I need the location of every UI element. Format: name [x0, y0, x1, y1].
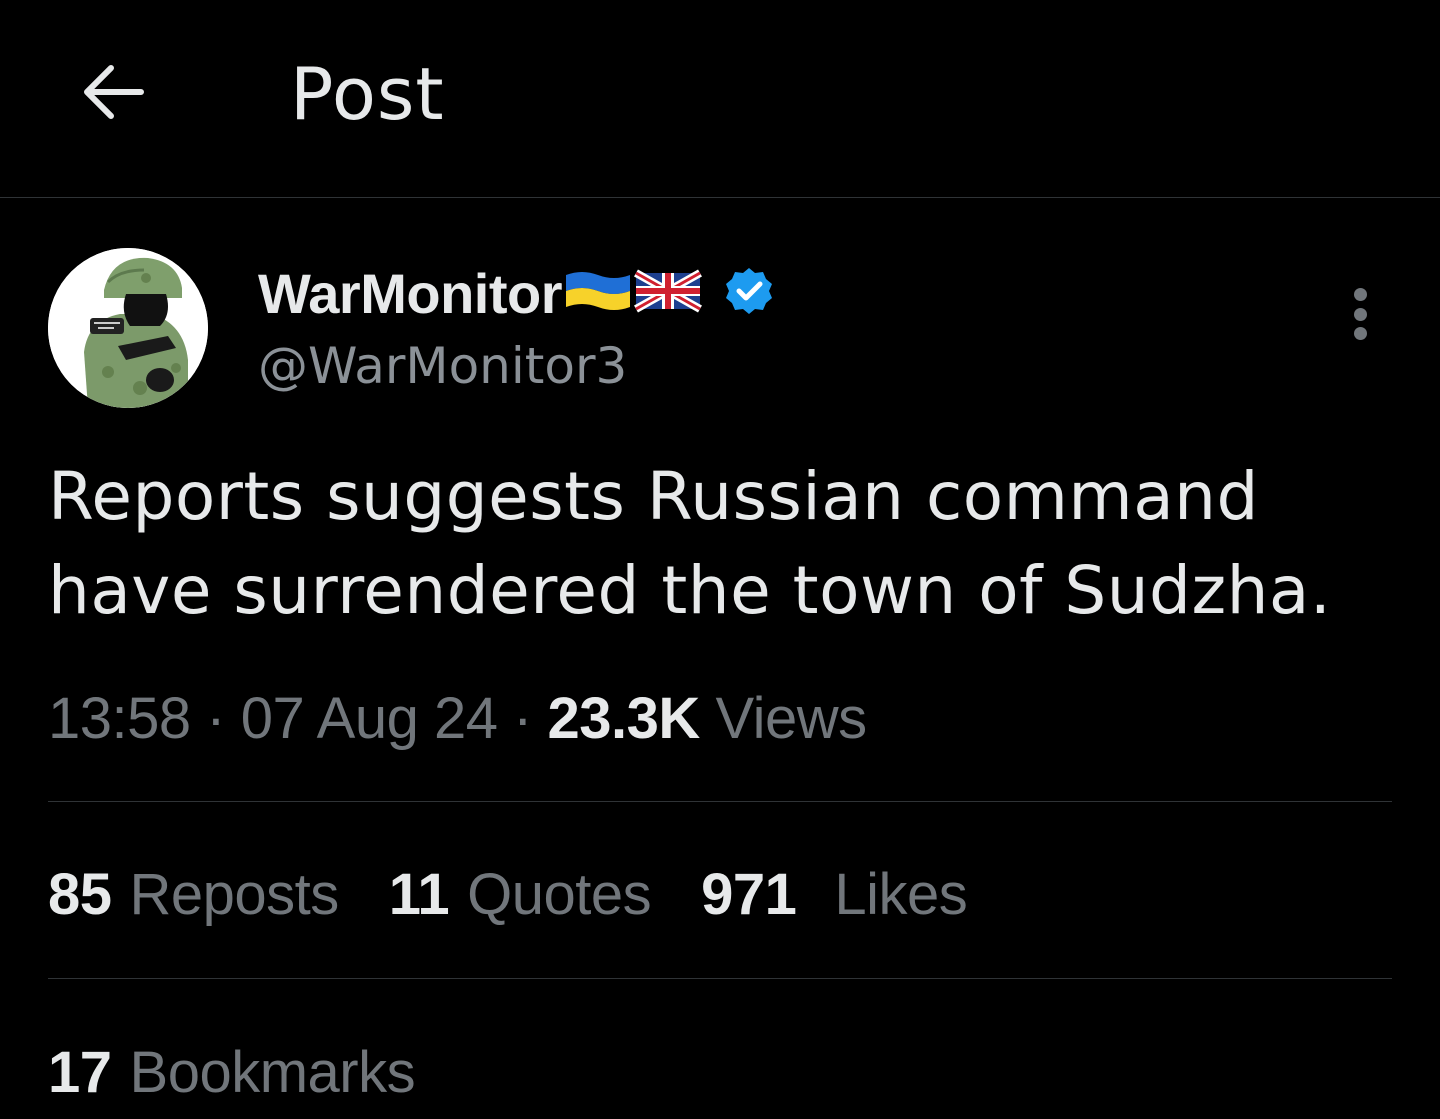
author-handle[interactable]: @WarMonitor3 — [258, 336, 627, 396]
reposts-label: Reposts — [129, 862, 340, 927]
arrow-left-icon — [84, 65, 144, 119]
likes-label: Likes — [834, 862, 968, 927]
likes-count: 971 — [701, 862, 797, 927]
avatar-image — [48, 248, 208, 408]
top-bar: Post — [0, 0, 1440, 198]
divider — [48, 801, 1392, 802]
quotes-stat[interactable]: 11 Quotes — [388, 860, 652, 930]
views-count: 23.3K — [547, 686, 701, 751]
post-text: Reports suggests Russian command have su… — [48, 458, 1332, 629]
meta-separator: · — [513, 686, 548, 751]
page-title: Post — [290, 52, 445, 136]
more-dot-icon — [1353, 327, 1367, 340]
more-options-button[interactable] — [1334, 282, 1386, 346]
more-dot-icon — [1353, 307, 1367, 321]
avatar[interactable] — [48, 248, 208, 408]
ukraine-flag-icon — [564, 267, 632, 319]
verified-badge-icon[interactable] — [724, 266, 774, 320]
author-name-row[interactable]: WarMonitor — [258, 261, 774, 326]
post-meta: 13:58 · 07 Aug 24 · 23.3K Views — [48, 684, 867, 754]
display-name[interactable]: WarMonitor — [258, 261, 562, 326]
quotes-label: Quotes — [467, 862, 652, 927]
engagement-stats: 85 Reposts 11 Quotes 971 Likes — [48, 860, 1017, 930]
reposts-stat[interactable]: 85 Reposts — [48, 860, 339, 930]
uk-flag-icon — [634, 267, 702, 319]
bookmarks-label: Bookmarks — [129, 1040, 416, 1105]
post-time[interactable]: 13:58 — [48, 686, 191, 751]
reposts-count: 85 — [48, 862, 112, 927]
back-button[interactable] — [70, 50, 154, 134]
bookmarks-stat[interactable]: 17 Bookmarks — [48, 1038, 416, 1108]
views-label: Views — [715, 686, 867, 751]
quotes-count: 11 — [388, 862, 450, 927]
likes-stat[interactable]: 971 Likes — [701, 860, 968, 930]
divider — [48, 978, 1392, 979]
more-dot-icon — [1353, 288, 1367, 301]
bookmarks-count: 17 — [48, 1040, 112, 1105]
post-date[interactable]: 07 Aug 24 — [241, 686, 498, 751]
meta-separator: · — [206, 686, 241, 751]
